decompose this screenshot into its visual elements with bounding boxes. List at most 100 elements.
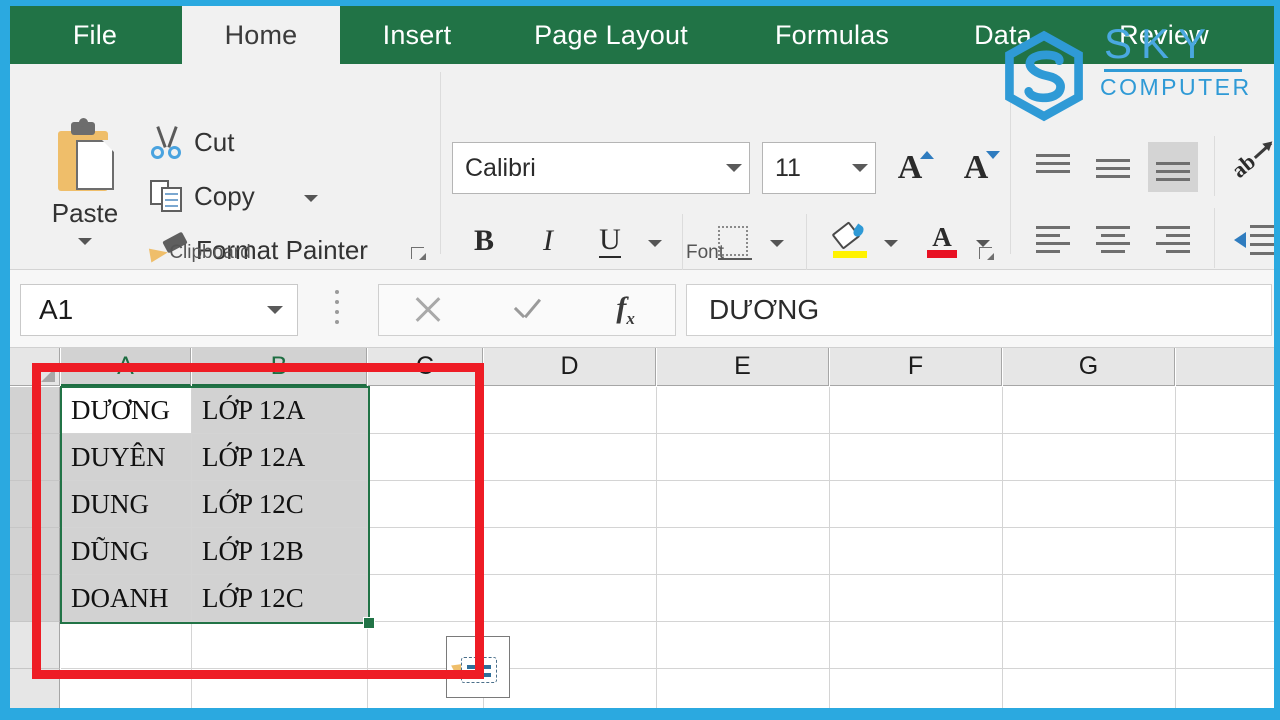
cell-f6[interactable]: [830, 622, 1003, 669]
cell-b7[interactable]: [192, 669, 368, 708]
align-left-button[interactable]: [1028, 214, 1078, 264]
chevron-down-icon[interactable]: [719, 164, 749, 172]
cell-e4[interactable]: [657, 528, 830, 575]
fill-color-dropdown-icon[interactable]: [884, 240, 898, 247]
tab-home[interactable]: Home: [182, 6, 340, 64]
font-name-combo[interactable]: Calibri: [452, 142, 750, 194]
text-orientation-button[interactable]: ab: [1226, 140, 1274, 192]
copy-dropdown-icon[interactable]: [304, 195, 318, 202]
cell-g5[interactable]: [1003, 575, 1176, 622]
cell-a3[interactable]: DUNG: [61, 481, 192, 528]
cell-e7[interactable]: [657, 669, 830, 708]
increase-font-size-button[interactable]: A: [888, 144, 935, 192]
decrease-indent-button[interactable]: [1228, 214, 1274, 264]
paste-options-button[interactable]: [446, 636, 510, 698]
cell-b6[interactable]: [192, 622, 368, 669]
cell-d2[interactable]: [484, 434, 657, 481]
tab-review[interactable]: Review: [1074, 6, 1254, 64]
align-bottom-button[interactable]: [1148, 142, 1198, 192]
cell-h1[interactable]: [1176, 387, 1274, 434]
cell-f7[interactable]: [830, 669, 1003, 708]
cell-c5[interactable]: [368, 575, 484, 622]
cell-a7[interactable]: [61, 669, 192, 708]
column-header-d[interactable]: D: [484, 348, 656, 386]
cell-c4[interactable]: [368, 528, 484, 575]
tab-formulas[interactable]: Formulas: [732, 6, 932, 64]
column-header-a[interactable]: A: [61, 348, 191, 386]
align-center-button[interactable]: [1088, 214, 1138, 264]
fill-color-button[interactable]: [828, 219, 872, 263]
row-header-4[interactable]: [10, 528, 60, 575]
cell-f3[interactable]: [830, 481, 1003, 528]
column-header-c[interactable]: C: [368, 348, 483, 386]
font-size-combo[interactable]: 11: [762, 142, 876, 194]
cell-h5[interactable]: [1176, 575, 1274, 622]
font-dialog-launcher[interactable]: [978, 245, 994, 261]
cell-h3[interactable]: [1176, 481, 1274, 528]
cell-f1[interactable]: [830, 387, 1003, 434]
cell-b4[interactable]: LỚP 12B: [192, 528, 368, 575]
column-header-f[interactable]: F: [830, 348, 1002, 386]
tab-page-layout[interactable]: Page Layout: [496, 6, 726, 64]
cell-c1[interactable]: [368, 387, 484, 434]
formula-input[interactable]: DƯƠNG: [686, 284, 1272, 336]
row-header-5[interactable]: [10, 575, 60, 622]
align-top-button[interactable]: [1028, 142, 1078, 192]
cell-d5[interactable]: [484, 575, 657, 622]
chevron-down-icon[interactable]: [253, 306, 297, 314]
cancel-formula-button[interactable]: [379, 285, 478, 335]
cell-b1[interactable]: LỚP 12A: [192, 387, 368, 434]
cell-b2[interactable]: LỚP 12A: [192, 434, 368, 481]
align-right-button[interactable]: [1148, 214, 1198, 264]
cell-b5[interactable]: LỚP 12C: [192, 575, 368, 622]
cell-a2[interactable]: DUYÊN: [61, 434, 192, 481]
cell-c3[interactable]: [368, 481, 484, 528]
chevron-down-icon[interactable]: [845, 164, 875, 172]
cell-g6[interactable]: [1003, 622, 1176, 669]
row-header-7[interactable]: [10, 669, 60, 708]
enter-formula-button[interactable]: [478, 285, 577, 335]
cell-c2[interactable]: [368, 434, 484, 481]
cell-g3[interactable]: [1003, 481, 1176, 528]
cell-d4[interactable]: [484, 528, 657, 575]
cell-h4[interactable]: [1176, 528, 1274, 575]
tab-data[interactable]: Data: [938, 6, 1068, 64]
select-all-corner[interactable]: [10, 348, 60, 386]
column-header-e[interactable]: E: [657, 348, 829, 386]
clipboard-dialog-launcher[interactable]: [410, 245, 426, 261]
cell-a1[interactable]: DƯƠNG: [61, 387, 192, 434]
borders-dropdown-icon[interactable]: [770, 240, 784, 247]
bold-button[interactable]: B: [462, 219, 506, 263]
align-middle-button[interactable]: [1088, 142, 1138, 192]
italic-button[interactable]: I: [526, 219, 570, 263]
column-header-g[interactable]: G: [1003, 348, 1175, 386]
row-header-6[interactable]: [10, 622, 60, 669]
cell-g2[interactable]: [1003, 434, 1176, 481]
font-color-button[interactable]: A: [920, 219, 964, 263]
insert-function-button[interactable]: fx: [576, 285, 675, 335]
chevron-down-icon[interactable]: [78, 238, 92, 245]
row-header-1[interactable]: [10, 387, 60, 434]
cell-e5[interactable]: [657, 575, 830, 622]
cell-e6[interactable]: [657, 622, 830, 669]
cell-a4[interactable]: DŨNG: [61, 528, 192, 575]
tab-insert[interactable]: Insert: [344, 6, 490, 64]
cell-d3[interactable]: [484, 481, 657, 528]
cell-h6[interactable]: [1176, 622, 1274, 669]
cell-a6[interactable]: [61, 622, 192, 669]
tab-file[interactable]: File: [10, 6, 180, 64]
row-header-3[interactable]: [10, 481, 60, 528]
cell-h2[interactable]: [1176, 434, 1274, 481]
cell-a5[interactable]: DOANH: [61, 575, 192, 622]
column-header-b[interactable]: B: [192, 348, 367, 386]
cell-g7[interactable]: [1003, 669, 1176, 708]
cell-f5[interactable]: [830, 575, 1003, 622]
cell-e2[interactable]: [657, 434, 830, 481]
cell-e1[interactable]: [657, 387, 830, 434]
underline-button[interactable]: U: [588, 219, 632, 263]
cell-g1[interactable]: [1003, 387, 1176, 434]
cell-b3[interactable]: LỚP 12C: [192, 481, 368, 528]
fill-handle[interactable]: [363, 617, 375, 629]
cell-f2[interactable]: [830, 434, 1003, 481]
column-header-h[interactable]: [1176, 348, 1274, 386]
